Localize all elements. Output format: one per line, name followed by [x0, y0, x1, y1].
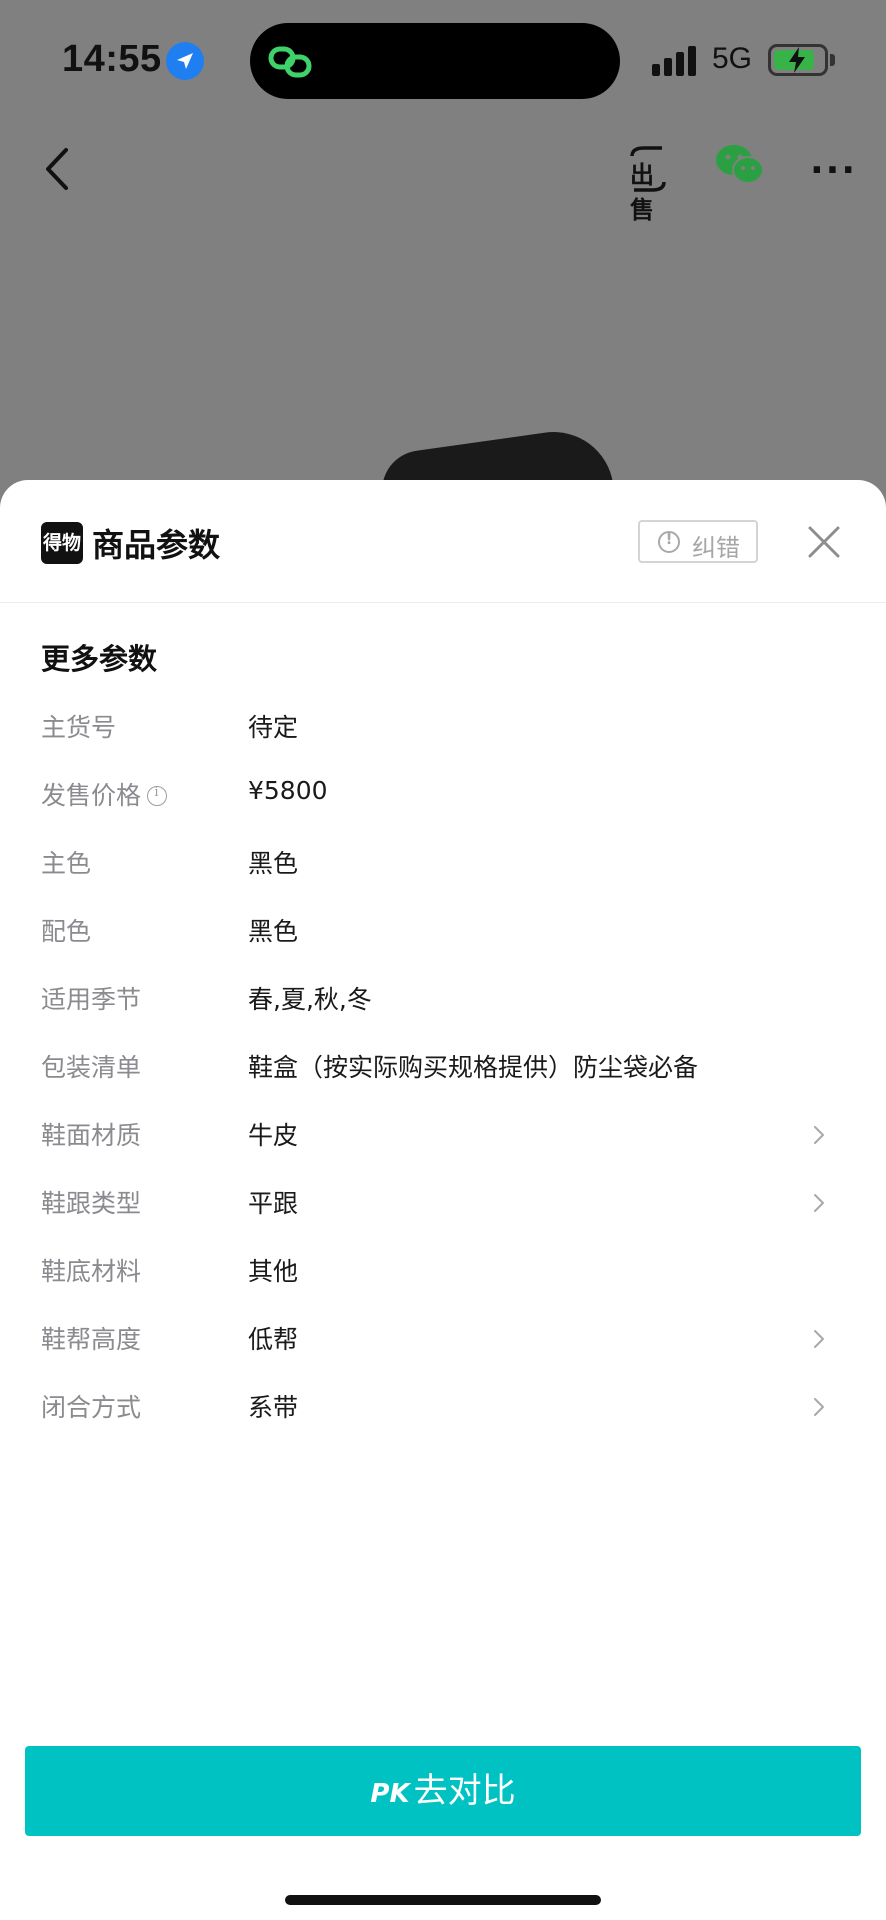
param-label: 鞋帮高度: [41, 1320, 141, 1356]
battery-icon: [768, 44, 828, 76]
report-error-label: 纠错: [692, 534, 740, 562]
param-label: 主货号: [41, 708, 116, 744]
status-time: 14:55: [62, 38, 162, 80]
home-indicator: [285, 1895, 601, 1905]
param-row[interactable]: 鞋面材质 牛皮: [0, 1100, 886, 1168]
wechat-share-icon[interactable]: [714, 142, 766, 188]
param-value: ¥5800: [248, 776, 328, 805]
param-label-text: 适用季节: [41, 985, 142, 1014]
back-arrow-icon[interactable]: [40, 144, 76, 194]
param-label-text: 鞋跟类型: [41, 1189, 142, 1218]
exclamation-circle-icon: [658, 530, 680, 553]
param-value: 待定: [248, 713, 299, 742]
param-row: 配色 黑色: [0, 896, 886, 964]
param-value: 鞋盒（按实际购买规格提供）防尘袋必备: [248, 1053, 699, 1082]
param-label-text: 包装清单: [41, 1053, 142, 1082]
sell-label: 出售: [630, 161, 654, 224]
param-label: 闭合方式: [41, 1388, 141, 1424]
status-bar: 14:55 5G: [0, 0, 886, 120]
param-label: 发售价格: [41, 776, 168, 812]
param-label: 配色: [41, 912, 91, 948]
param-label: 鞋跟类型: [41, 1184, 141, 1220]
param-label: 主色: [41, 844, 91, 880]
param-label-text: 主色: [41, 849, 92, 878]
chevron-right-icon: [814, 1194, 824, 1212]
param-label-text: 鞋帮高度: [41, 1325, 142, 1354]
sheet-header: 得物 商品参数 纠错: [0, 480, 886, 603]
param-row: 包装清单 鞋盒（按实际购买规格提供）防尘袋必备: [0, 1032, 886, 1100]
param-row: 主色 黑色: [0, 828, 886, 896]
param-label-text: 鞋面材质: [41, 1121, 142, 1150]
param-value: 平跟: [248, 1189, 299, 1218]
param-row: 适用季节 春,夏,秋,冬: [0, 964, 886, 1032]
param-value: 黑色: [248, 849, 299, 878]
product-params-sheet: 得物 商品参数 纠错 更多参数 主货号待定发售价格¥5800主色黑色配色黑色适用…: [0, 480, 886, 1920]
network-type: 5G: [712, 42, 753, 75]
chevron-right-icon: [814, 1126, 824, 1144]
close-icon[interactable]: [806, 524, 842, 560]
param-row: 主货号 待定: [0, 692, 886, 760]
location-arrow-icon: [166, 42, 204, 80]
chevron-right-icon: [814, 1330, 824, 1348]
report-error-button[interactable]: 纠错: [638, 520, 758, 563]
param-value: 春,夏,秋,冬: [248, 985, 372, 1014]
param-label-text: 鞋底材料: [41, 1257, 142, 1286]
param-label-text: 配色: [41, 917, 92, 946]
battery-tip: [830, 54, 835, 66]
param-value: 其他: [248, 1257, 299, 1286]
link-icon: [268, 46, 312, 78]
param-row: 发售价格 ¥5800: [0, 760, 886, 828]
top-nav-bar: 出售 ···: [0, 130, 886, 224]
param-label: 鞋底材料: [41, 1252, 141, 1288]
param-value: 黑色: [248, 917, 299, 946]
param-value: 牛皮: [248, 1121, 299, 1150]
pk-prefix: PK: [370, 1779, 410, 1809]
sell-button[interactable]: 出售: [626, 144, 670, 224]
param-label-text: 闭合方式: [41, 1393, 142, 1422]
param-label: 适用季节: [41, 980, 141, 1016]
param-row[interactable]: 鞋跟类型 平跟: [0, 1168, 886, 1236]
sheet-title: 商品参数: [92, 526, 221, 564]
pk-label: 去对比: [413, 1771, 516, 1811]
section-title: 更多参数: [41, 642, 158, 676]
param-label: 鞋面材质: [41, 1116, 141, 1152]
chevron-right-icon: [814, 1398, 824, 1416]
signal-strength-icon: [652, 46, 700, 76]
param-value: 低帮: [248, 1325, 299, 1354]
param-row: 鞋底材料 其他: [0, 1236, 886, 1304]
params-list: 主货号待定发售价格¥5800主色黑色配色黑色适用季节春,夏,秋,冬包装清单鞋盒（…: [0, 692, 886, 1440]
pk-compare-button[interactable]: PK 去对比: [25, 1746, 861, 1836]
param-label-text: 主货号: [41, 713, 117, 742]
param-label-text: 发售价格: [41, 781, 142, 810]
brand-logo: 得物: [41, 522, 83, 564]
param-label: 包装清单: [41, 1048, 141, 1084]
param-value: 系带: [248, 1393, 299, 1422]
param-row[interactable]: 闭合方式 系带: [0, 1372, 886, 1440]
param-row[interactable]: 鞋帮高度 低帮: [0, 1304, 886, 1372]
more-options-icon[interactable]: ···: [810, 150, 857, 191]
info-icon[interactable]: [147, 785, 168, 806]
